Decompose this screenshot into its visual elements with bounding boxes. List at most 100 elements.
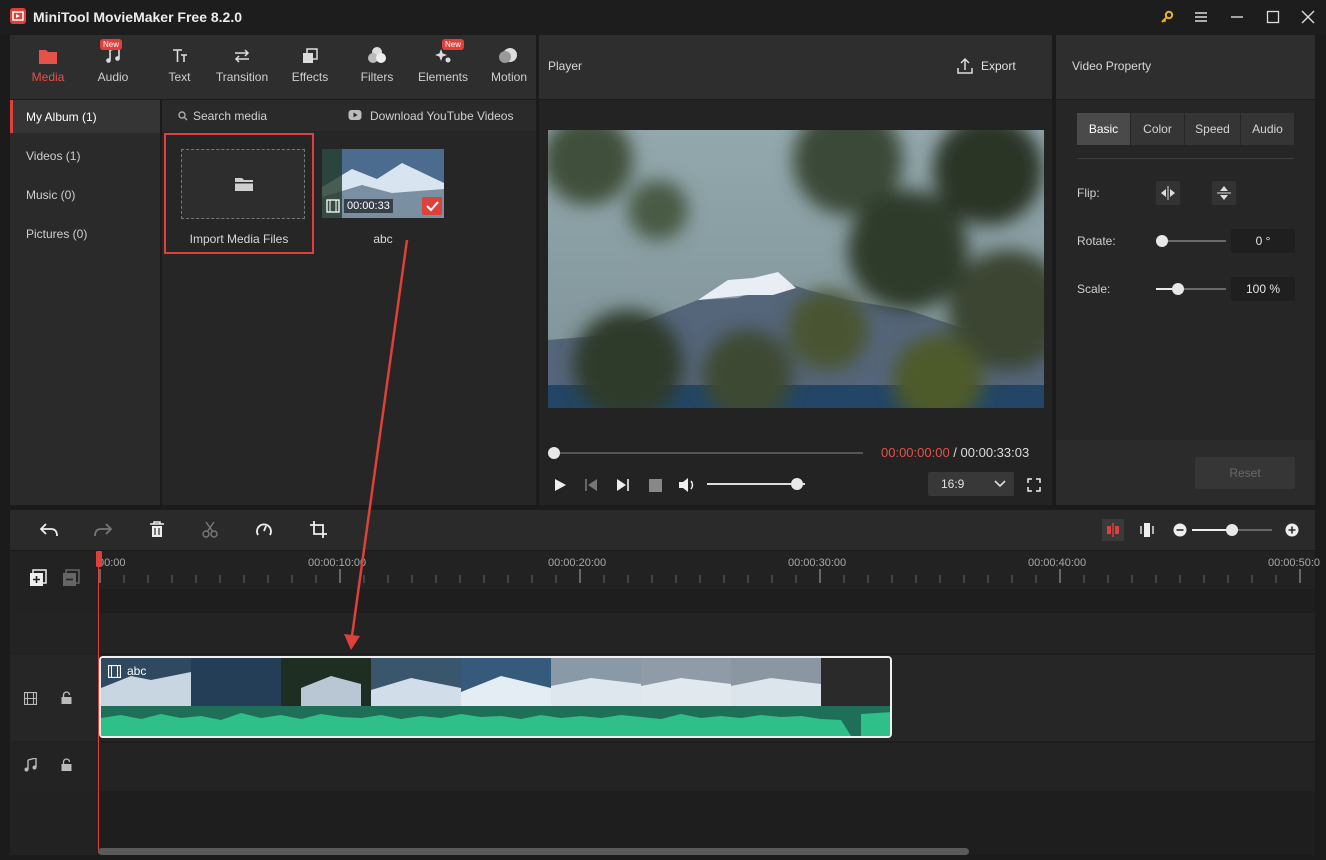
divider [1077, 158, 1294, 159]
tab-motion[interactable]: Motion [488, 35, 530, 99]
close-icon[interactable] [1293, 5, 1323, 29]
layers-icon [303, 48, 318, 63]
tab-effects[interactable]: Effects [289, 35, 331, 99]
player-panel: 00:00:00:00 / 00:00:33:03 16:9 [539, 100, 1052, 505]
maximize-icon[interactable] [1258, 5, 1288, 29]
flip-vertical-icon[interactable] [1212, 181, 1236, 205]
zoom-in-icon[interactable] [1285, 523, 1299, 537]
player-title: Player [548, 59, 583, 73]
lock-icon[interactable] [61, 691, 72, 704]
sidebar-item-pictures[interactable]: Pictures (0) [10, 217, 160, 250]
app-title: MiniTool MovieMaker Free 8.2.0 [33, 9, 243, 25]
crop-icon[interactable] [310, 521, 327, 538]
download-youtube-button[interactable]: Download YouTube Videos [370, 109, 513, 123]
fullscreen-icon[interactable] [1027, 478, 1041, 492]
speed-icon[interactable] [255, 521, 273, 539]
export-button[interactable]: Export [957, 57, 1025, 77]
player-header: Player Export [539, 35, 1052, 99]
title-bar: MiniTool MovieMaker Free 8.2.0 [0, 0, 1326, 34]
stop-icon[interactable] [649, 479, 662, 492]
import-dropzone[interactable] [181, 149, 305, 219]
rotate-slider[interactable] [1162, 240, 1226, 242]
remove-track-icon[interactable] [62, 569, 80, 587]
ruler-label: 00:00:30:00 [788, 557, 847, 569]
ruler-ticks [99, 569, 1301, 583]
import-media-label: Import Media Files [189, 232, 289, 246]
timeline-scrollbar[interactable] [98, 848, 969, 855]
film-icon [326, 199, 340, 213]
flip-horizontal-icon[interactable] [1156, 181, 1180, 205]
tab-audio[interactable]: New Audio [93, 35, 133, 99]
tab-transition[interactable]: Transition [212, 35, 272, 99]
scale-value[interactable]: 100 % [1231, 277, 1295, 301]
delete-icon[interactable] [149, 521, 165, 538]
tab-elements-label: Elements [417, 70, 469, 84]
music-track-icon [24, 758, 37, 772]
tab-speed[interactable]: Speed [1185, 113, 1240, 145]
ruler-label: 00:00:10:00 [308, 557, 367, 569]
playback-progress-handle[interactable] [548, 447, 560, 459]
property-footer: Reset [1056, 440, 1315, 505]
timeline-video-clip[interactable]: abc [99, 656, 892, 738]
playhead-handle[interactable] [96, 551, 102, 567]
tab-filters[interactable]: Filters [357, 35, 397, 99]
scale-label: Scale: [1077, 282, 1111, 296]
youtube-download-icon[interactable] [348, 109, 362, 121]
tab-text[interactable]: Text [162, 35, 197, 99]
rotate-handle[interactable] [1156, 235, 1168, 247]
timeline-clip-label: abc [127, 664, 147, 678]
ruler-label: 00:00 [98, 557, 126, 569]
film-icon [108, 665, 121, 678]
aspect-ratio-value: 16:9 [941, 477, 965, 491]
volume-icon[interactable] [678, 477, 696, 493]
import-media-button[interactable]: Import Media Files [164, 133, 314, 254]
next-frame-icon[interactable] [616, 478, 630, 492]
export-icon [957, 57, 973, 75]
tab-filters-label: Filters [360, 70, 394, 84]
sidebar-item-music[interactable]: Music (0) [10, 178, 160, 211]
playhead-line[interactable] [98, 551, 99, 853]
tab-audio-label: Audio [97, 70, 129, 84]
sidebar-item-videos[interactable]: Videos (1) [10, 139, 160, 172]
key-icon[interactable] [1152, 5, 1182, 29]
tab-basic[interactable]: Basic [1077, 113, 1130, 145]
minimize-icon[interactable] [1222, 5, 1252, 29]
rotate-value[interactable]: 0 ° [1231, 229, 1295, 253]
zoom-handle[interactable] [1226, 524, 1238, 536]
tab-audio-property[interactable]: Audio [1241, 113, 1294, 145]
reset-button[interactable]: Reset [1195, 457, 1295, 489]
redo-icon[interactable] [94, 522, 112, 538]
snap-icon[interactable] [1102, 519, 1124, 541]
property-header: Video Property [1056, 35, 1315, 99]
sidebar-item-my-album[interactable]: My Album (1) [10, 100, 160, 133]
ruler-label: 00:00:40:00 [1028, 557, 1087, 569]
video-preview[interactable] [548, 130, 1044, 408]
add-track-icon[interactable] [29, 569, 47, 587]
clip-name: abc [373, 232, 393, 246]
zoom-out-icon[interactable] [1173, 523, 1187, 537]
tab-text-label: Text [168, 70, 191, 84]
play-icon[interactable] [553, 478, 567, 492]
lock-icon[interactable] [61, 758, 72, 771]
ruler-label: 00:00:20:00 [548, 557, 607, 569]
media-thumbnail[interactable]: 00:00:33 [322, 149, 444, 218]
rotate-label: Rotate: [1077, 234, 1116, 248]
time-ruler[interactable]: 00:00 00:00:10:00 00:00:20:00 00:00:30:0… [98, 551, 1320, 589]
aspect-ratio-select[interactable]: 16:9 [928, 472, 1014, 496]
fit-timeline-icon[interactable] [1140, 522, 1154, 538]
split-scissors-icon[interactable] [202, 521, 218, 538]
menu-icon[interactable] [1186, 5, 1216, 29]
tab-media-label: Media [31, 70, 65, 84]
tab-transition-label: Transition [215, 70, 269, 84]
ruler-label: 00:00:50:0 [1268, 557, 1320, 569]
playback-progress-track[interactable] [553, 452, 863, 454]
undo-icon[interactable] [40, 522, 58, 538]
search-input[interactable]: Search media [193, 109, 267, 123]
previous-frame-icon[interactable] [584, 478, 598, 492]
tab-color[interactable]: Color [1131, 113, 1184, 145]
timeline-toolbar [10, 510, 1315, 550]
volume-handle[interactable] [791, 478, 804, 490]
tab-elements[interactable]: New Elements [415, 35, 471, 99]
scale-handle[interactable] [1172, 283, 1184, 295]
tab-media[interactable]: Media [26, 35, 70, 99]
